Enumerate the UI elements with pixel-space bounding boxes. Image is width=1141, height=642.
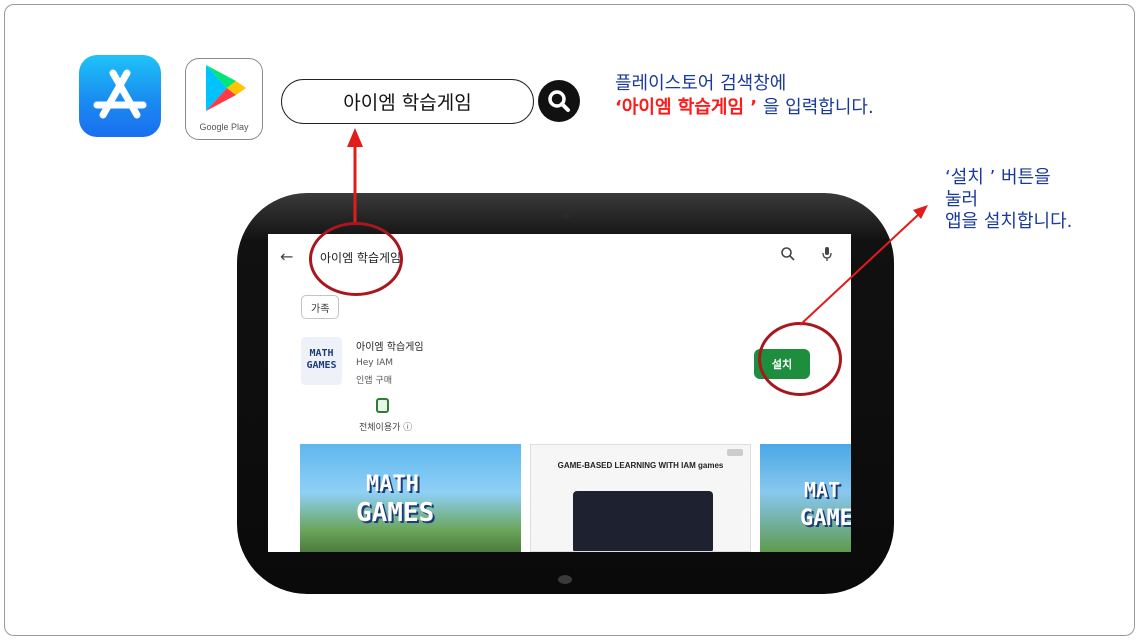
- back-arrow-icon[interactable]: ←: [280, 247, 293, 266]
- screenshot-2[interactable]: GAME-BASED LEARNING WITH IAM games: [530, 444, 751, 552]
- screenshot-1[interactable]: MATH GAMES: [300, 444, 521, 552]
- google-play-icon[interactable]: Google Play: [185, 58, 263, 140]
- age-rating-icon: [376, 398, 389, 413]
- search-instruction-highlight: ‘아이엠 학습게임 ’: [615, 97, 758, 118]
- screenshot-3[interactable]: MAT GAME: [760, 444, 851, 552]
- app-icon-text-2: GAMES: [306, 360, 337, 371]
- search-button[interactable]: [538, 80, 580, 122]
- tablet-camera: [563, 212, 570, 219]
- screenshot-3-logo-1: MAT: [804, 478, 841, 502]
- search-input[interactable]: 아이엠 학습게임: [281, 79, 534, 124]
- screenshot-1-logo-2: GAMES: [356, 498, 435, 528]
- screenshot-3-logo-2: GAME: [800, 506, 851, 531]
- screenshot-2-tag: [727, 449, 743, 456]
- app-store-glyph-icon: [93, 69, 147, 119]
- toolbar-search-icon[interactable]: [780, 246, 796, 262]
- google-play-triangle-icon: [206, 65, 246, 111]
- app-developer[interactable]: Hey IAM: [356, 358, 393, 368]
- microphone-icon[interactable]: [820, 246, 834, 262]
- search-icon: [548, 90, 570, 112]
- app-store-icon[interactable]: [79, 55, 161, 137]
- app-name[interactable]: 아이엠 학습게임: [356, 338, 424, 353]
- screenshot-1-logo-1: MATH: [366, 472, 419, 497]
- search-instruction-rest: 을 입력합니다.: [757, 97, 874, 118]
- install-instruction-line2: 눌러: [945, 189, 979, 210]
- app-icon[interactable]: MATH GAMES: [301, 337, 342, 385]
- google-play-label: Google Play: [199, 122, 249, 132]
- install-instruction-line3: 앱을 설치합니다.: [945, 211, 1073, 232]
- search-instruction-line2: ‘아이엠 학습게임 ’ 을 입력합니다.: [615, 96, 874, 120]
- screenshot-2-device: [573, 491, 713, 551]
- install-highlight-ring: [758, 322, 842, 396]
- install-instruction: ‘설치 ’ 버튼을 눌러 앱을 설치합니다.: [945, 167, 1072, 233]
- tablet-home-button: [558, 575, 572, 584]
- search-instruction-line1: 플레이스토어 검색창에: [615, 73, 787, 94]
- in-app-purchase-label: 인앱 구매: [356, 376, 392, 386]
- search-instruction: 플레이스토어 검색창에 ‘아이엠 학습게임 ’ 을 입력합니다.: [615, 72, 874, 120]
- search-highlight-ring: [309, 222, 403, 296]
- install-instruction-line1: ‘설치 ’ 버튼을: [945, 167, 1051, 188]
- filter-chip-family[interactable]: 가족: [301, 295, 340, 319]
- age-rating-label: 전체이용가 ⓘ: [359, 423, 413, 433]
- app-icon-text-1: MATH: [309, 348, 334, 359]
- screenshot-2-title: GAME-BASED LEARNING WITH IAM games: [557, 461, 724, 470]
